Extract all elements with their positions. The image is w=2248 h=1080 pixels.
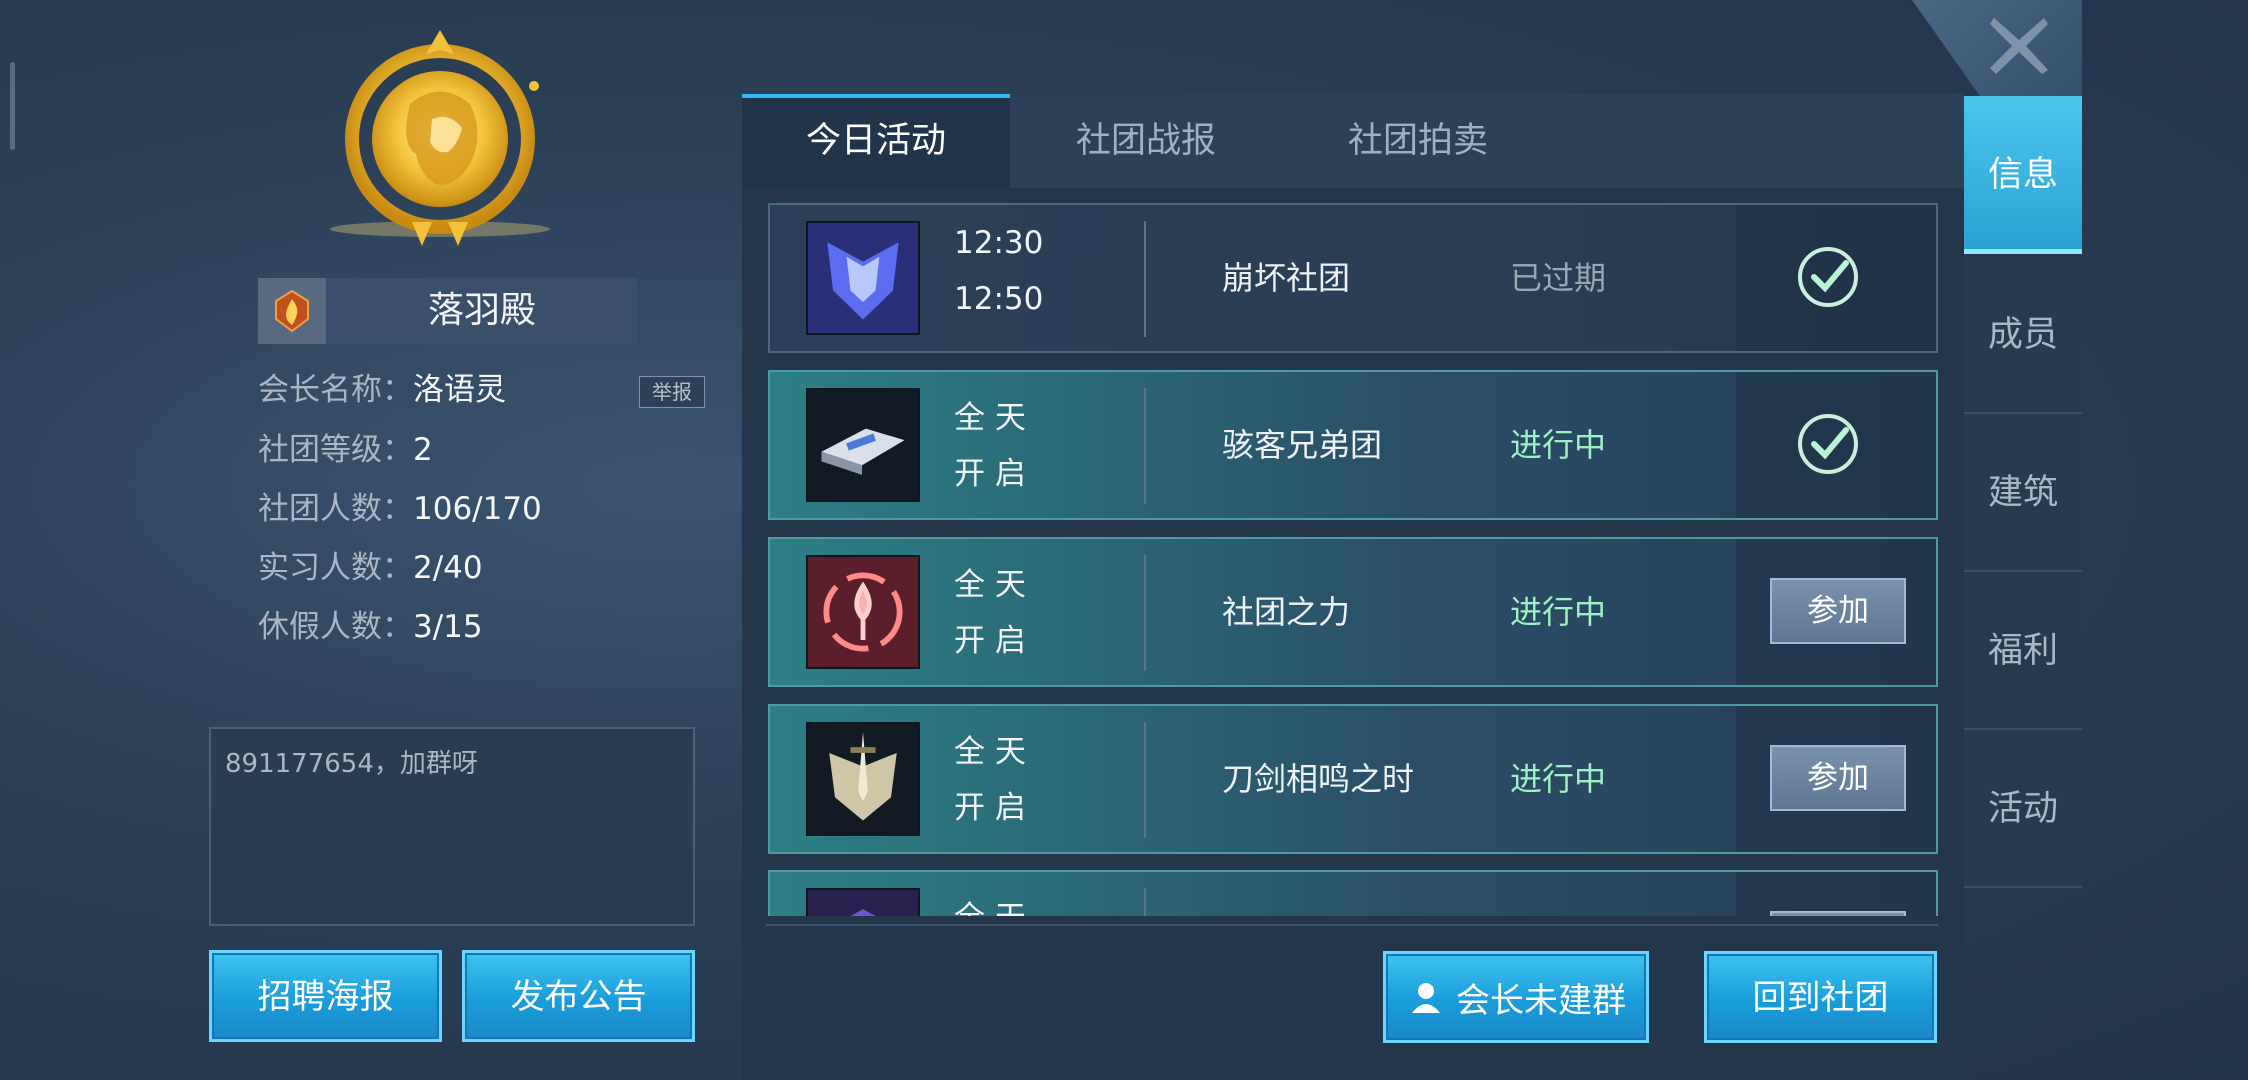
scroll-indicator <box>10 62 15 150</box>
activity-status: 已过期 <box>1510 259 1607 297</box>
nav-welfare[interactable]: 福利 <box>1964 572 2082 730</box>
row-action-area: 参加 <box>1736 539 1936 685</box>
tab-auction[interactable]: 社团拍卖 <box>1282 94 1554 188</box>
tab-battle-report[interactable]: 社团战报 <box>1010 94 1282 188</box>
list-bottom-divider <box>766 924 1938 926</box>
activity-status: 进行中 <box>1510 760 1607 798</box>
leader-no-group-label: 会长未建群 <box>1456 980 1626 1021</box>
activity-status: 进行中 <box>1510 593 1607 631</box>
row-action-area <box>1736 205 1936 351</box>
vacation-label: 休假人数： <box>258 609 413 645</box>
activity-thumb-icon <box>806 888 920 916</box>
check-circle-icon <box>1798 247 1858 307</box>
members-row: 社团人数：106/170 <box>258 487 542 531</box>
end-time: 开 启 <box>954 790 1026 826</box>
start-time: 12:30 <box>954 225 1044 261</box>
activity-status: 进行中 <box>1510 426 1607 464</box>
guild-notice: 891177654，加群呀 <box>209 727 695 926</box>
members-value: 106/170 <box>413 491 542 527</box>
leader-row: 会长名称：洛语灵 <box>258 368 506 412</box>
members-label: 社团人数： <box>258 491 413 527</box>
report-button[interactable]: 举报 <box>639 376 705 408</box>
start-time: 全 天 <box>954 567 1026 603</box>
end-time: 开 启 <box>954 623 1026 659</box>
row-divider <box>1144 888 1146 916</box>
row-divider <box>1144 722 1146 838</box>
check-circle-icon <box>1798 414 1858 474</box>
start-time: 全 天 <box>954 400 1026 436</box>
join-button[interactable]: 参加 <box>1770 578 1906 644</box>
level-value: 2 <box>413 432 433 468</box>
interns-row: 实习人数：2/40 <box>258 546 483 590</box>
row-divider <box>1144 221 1146 337</box>
start-time: 全 天 <box>954 734 1026 770</box>
usb-drive-icon <box>806 388 920 502</box>
vacation-row: 休假人数：3/15 <box>258 605 483 649</box>
join-button[interactable]: 参加 <box>1770 745 1906 811</box>
row-action-area <box>1736 872 1936 916</box>
join-button[interactable] <box>1770 911 1906 916</box>
leader-no-group-button[interactable]: 会长未建群 <box>1383 951 1649 1043</box>
guild-power-icon <box>806 555 920 669</box>
nav-activities[interactable]: 活动 <box>1964 730 2082 888</box>
row-action-area <box>1736 372 1936 518</box>
level-row: 社团等级：2 <box>258 428 433 472</box>
end-time: 12:50 <box>954 281 1044 317</box>
activity-name: 刀剑相鸣之时 <box>1222 760 1415 798</box>
interns-label: 实习人数： <box>258 550 413 586</box>
activity-row: 全 天 开 启 社团之力 进行中 参加 <box>768 537 1938 687</box>
recruit-poster-button[interactable]: 招聘海报 <box>209 950 442 1042</box>
vacation-value: 3/15 <box>413 609 483 645</box>
end-time: 开 启 <box>954 456 1026 492</box>
activity-name: 骇客兄弟团 <box>1222 426 1383 464</box>
sword-shield-icon <box>806 722 920 836</box>
start-time: 全 天 <box>954 892 1074 916</box>
lion-emblem-icon <box>330 30 550 246</box>
activity-row: 全 天 开 启 刀剑相鸣之时 进行中 参加 <box>768 704 1938 854</box>
person-icon <box>1412 983 1440 1013</box>
activity-name: 社团之力 <box>1222 593 1351 631</box>
interns-value: 2/40 <box>413 550 483 586</box>
close-x-icon[interactable] <box>1984 10 2054 80</box>
activity-name: 崩坏社团 <box>1222 259 1351 297</box>
back-to-guild-button[interactable]: 回到社团 <box>1704 951 1937 1043</box>
activity-row: 全 天 开 启 骇客兄弟团 进行中 <box>768 370 1938 520</box>
crystal-shield-icon <box>806 221 920 335</box>
flame-badge-icon <box>258 278 326 344</box>
row-divider <box>1144 555 1146 671</box>
guild-name: 落羽殿 <box>427 290 536 331</box>
row-divider <box>1144 388 1146 504</box>
leader-value: 洛语灵 <box>413 372 506 408</box>
activity-row-partial: 全 天 <box>768 870 1938 916</box>
activity-row: 12:30 12:50 崩坏社团 已过期 <box>768 203 1938 353</box>
leader-label: 会长名称： <box>258 372 413 408</box>
publish-announcement-button[interactable]: 发布公告 <box>462 950 695 1042</box>
level-label: 社团等级： <box>258 432 413 468</box>
nav-info[interactable]: 信息 <box>1964 96 2082 254</box>
tab-today-activity[interactable]: 今日活动 <box>742 94 1010 188</box>
nav-members[interactable]: 成员 <box>1964 256 2082 414</box>
row-action-area: 参加 <box>1736 706 1936 852</box>
nav-buildings[interactable]: 建筑 <box>1964 414 2082 572</box>
